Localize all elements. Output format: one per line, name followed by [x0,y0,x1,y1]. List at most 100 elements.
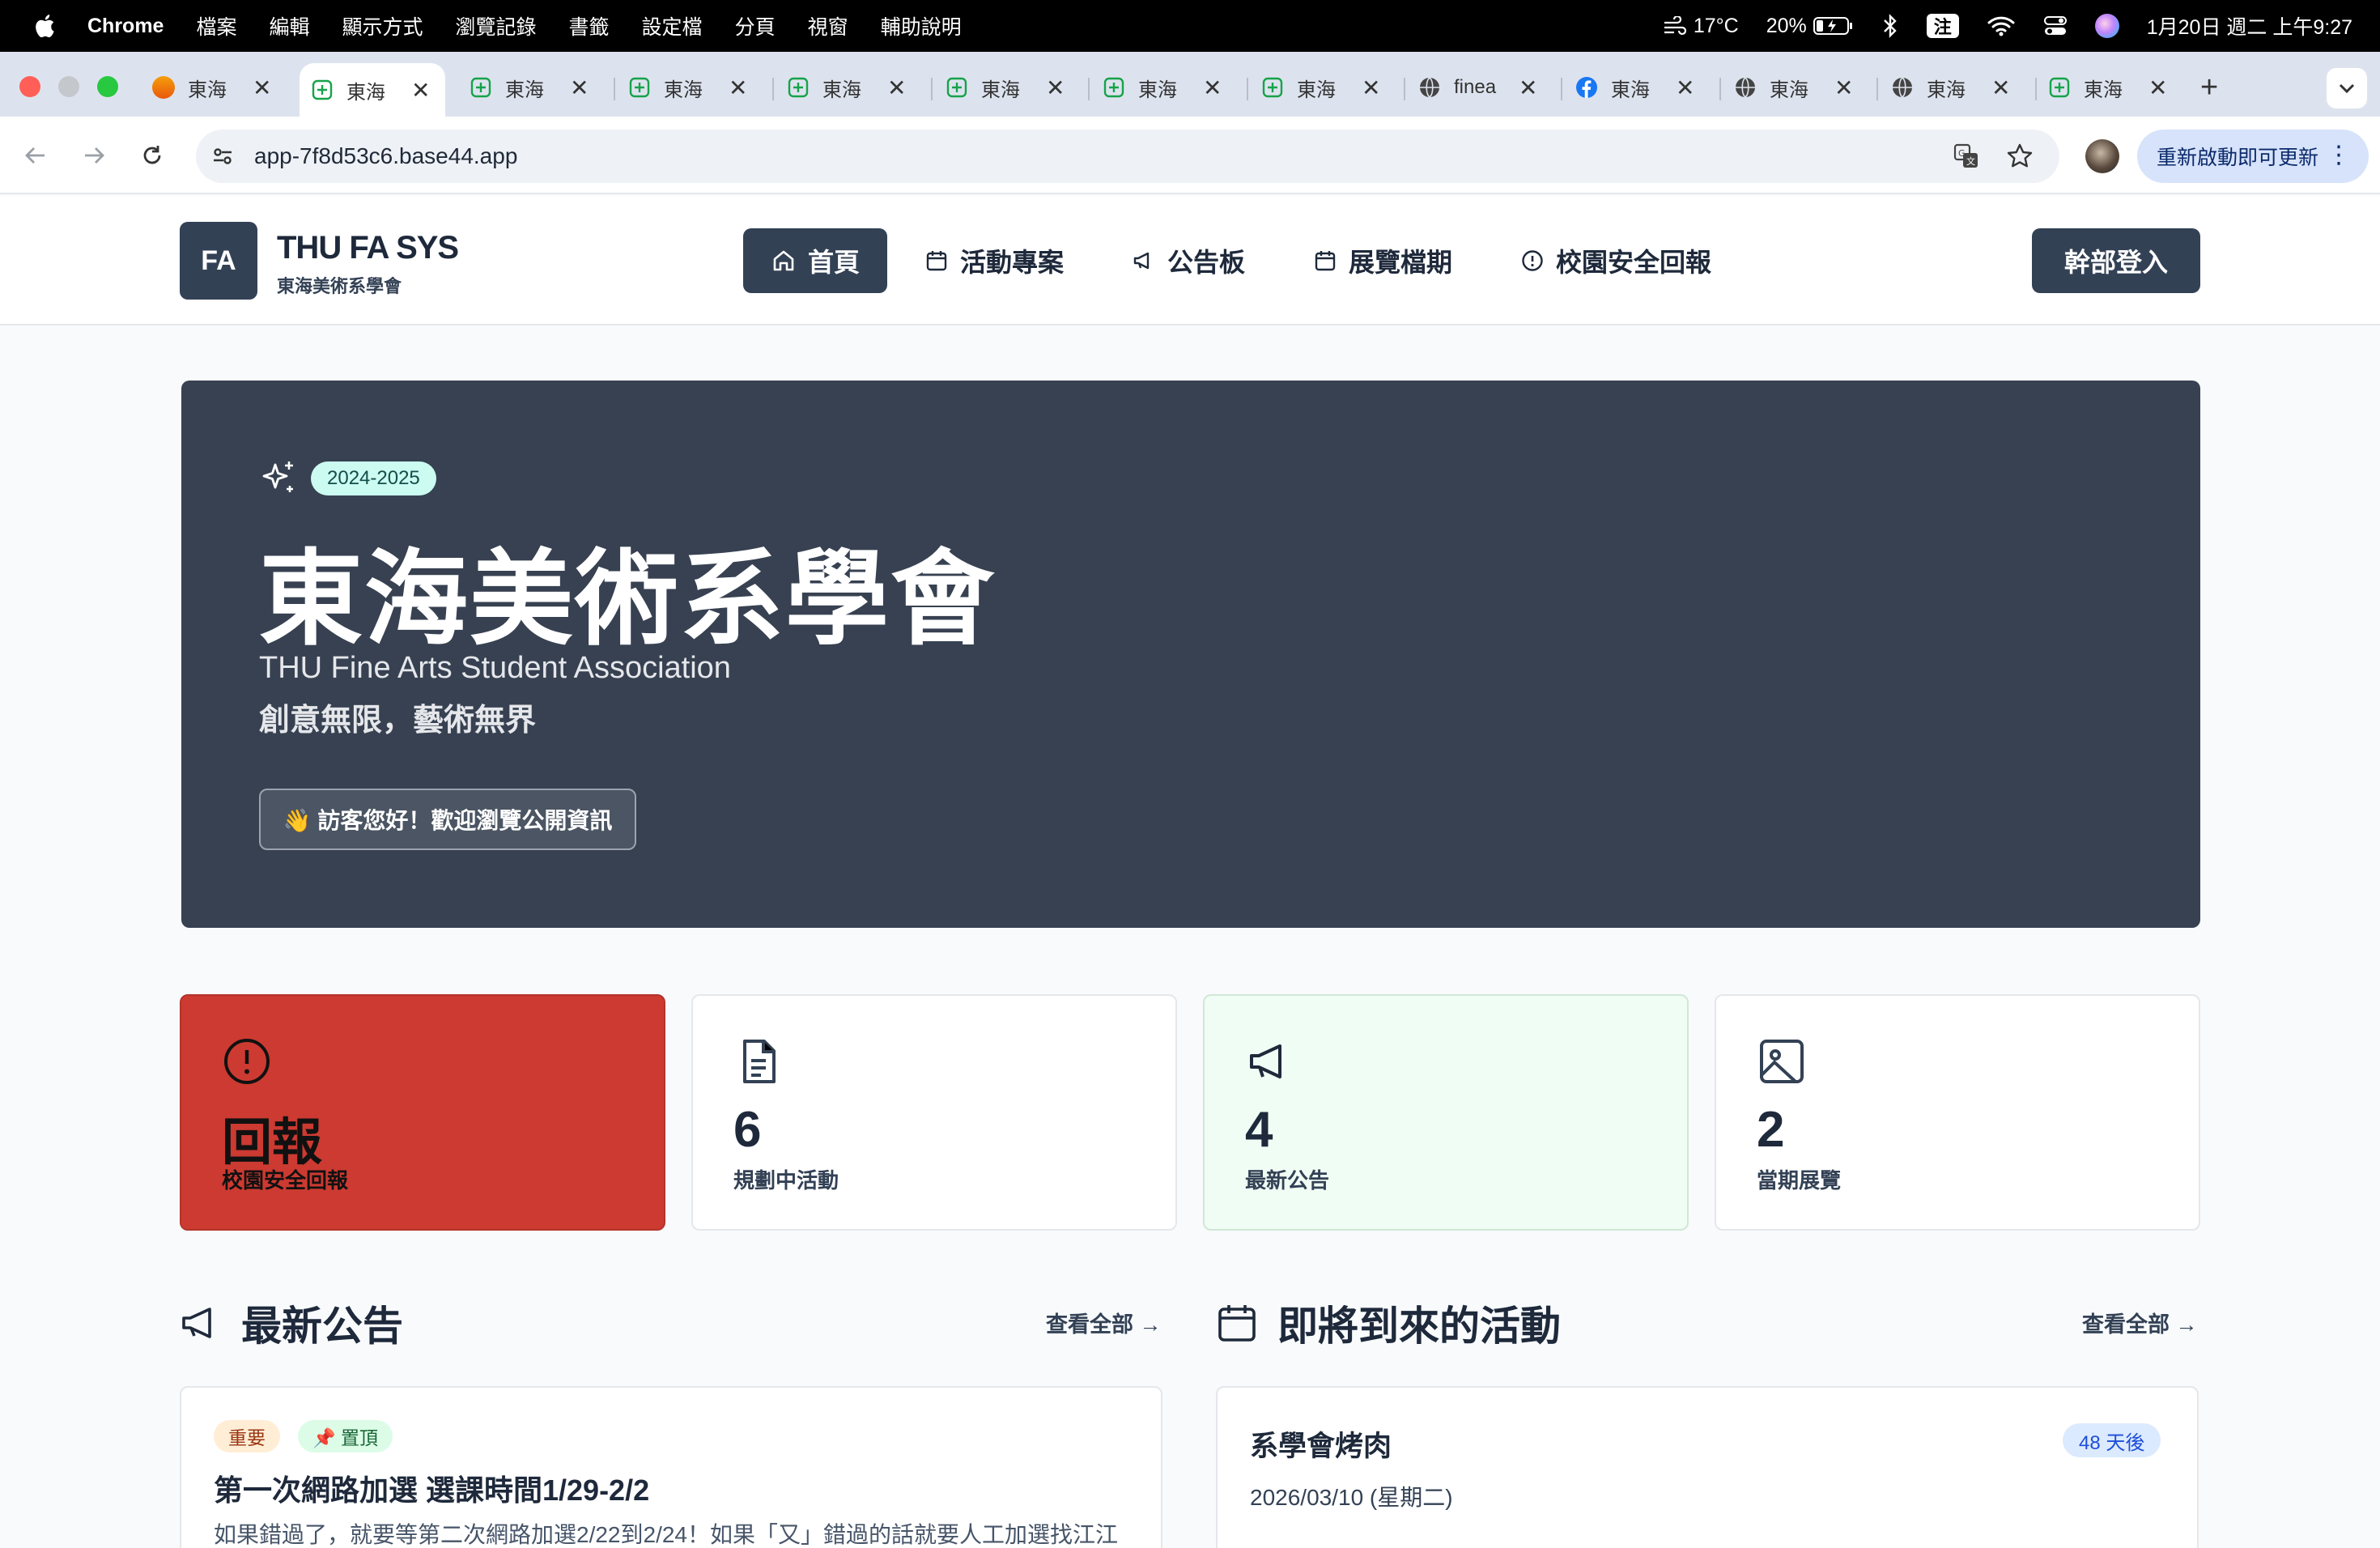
tab-search-button[interactable] [2327,68,2367,108]
window-zoom-button[interactable] [97,76,118,97]
menu-window[interactable]: 視窗 [808,11,848,40]
nav-home[interactable]: 首頁 [743,228,888,293]
tab-separator [1404,78,1405,100]
apple-icon[interactable] [32,12,60,40]
stat-card-safety-report[interactable]: 回報 校園安全回報 [180,994,665,1231]
nav-board[interactable]: 公告板 [1132,228,1245,293]
browser-tab[interactable]: 東海 ✕ [1891,65,2010,110]
site-subtitle: 東海美術系學會 [277,276,402,296]
site-logo[interactable]: FA [180,222,257,300]
events-view-all-link[interactable]: 查看全部 → [2082,1307,2198,1338]
tab-separator [931,78,933,100]
stat-card-planned-events[interactable]: 6 規劃中活動 [691,994,1177,1231]
nav-exhibitions[interactable]: 展覽檔期 [1313,228,1452,293]
close-icon[interactable]: ✕ [1046,74,1065,101]
back-button[interactable] [19,139,52,172]
siri-icon[interactable] [2094,14,2119,38]
menu-edit[interactable]: 編輯 [269,11,309,40]
nav-projects[interactable]: 活動專案 [924,228,1064,293]
browser-tab[interactable]: 東海 ✕ [787,65,906,110]
close-icon[interactable]: ✕ [1991,74,2010,101]
base44-icon [470,77,491,98]
events-title: 即將到來的活動 [1277,1303,1561,1349]
stat-label: 規劃中活動 [733,1168,839,1193]
avatar[interactable] [2085,139,2119,173]
stat-card-exhibitions[interactable]: 2 當期展覽 [1715,994,2200,1231]
base44-icon [312,79,333,100]
weather-widget[interactable]: 17°C [1663,15,1739,38]
menu-profiles[interactable]: 設定檔 [642,11,703,40]
browser-tab[interactable]: 東海 ✕ [946,65,1065,110]
site-name[interactable]: THU FA SYS [277,230,459,266]
menu-help[interactable]: 輔助說明 [881,11,962,40]
menu-tab[interactable]: 分頁 [735,11,776,40]
forward-button[interactable] [78,139,110,172]
relaunch-to-update-button[interactable]: 重新啟動即可更新 ⋮ [2137,130,2369,183]
browser-tab[interactable]: 東海 ✕ [1734,65,1853,110]
stat-label: 當期展覽 [1757,1168,1842,1193]
browser-tab[interactable]: finea ✕ [1418,65,1537,110]
menu-history[interactable]: 瀏覽記錄 [456,11,537,40]
close-icon[interactable]: ✕ [1362,74,1380,101]
close-icon[interactable]: ✕ [1676,74,1694,101]
url-text[interactable]: app-7f8d53c6.base44.app [254,143,517,169]
browser-tab[interactable]: 東海 ✕ [1103,65,1222,110]
alert-circle-icon [224,1039,270,1084]
menu-bookmarks[interactable]: 書籤 [569,11,610,40]
staff-login-button[interactable]: 幹部登入 [2032,228,2200,293]
close-icon[interactable]: ✕ [253,74,271,101]
battery-widget[interactable]: 20% [1766,15,1854,38]
nav-exhibitions-label: 展覽檔期 [1349,248,1453,277]
close-icon[interactable]: ✕ [1519,74,1537,101]
address-bar[interactable]: app-7f8d53c6.base44.app G文 [196,130,2059,183]
tab-separator [1719,78,1721,100]
close-icon[interactable]: ✕ [729,74,747,101]
input-method-indicator[interactable]: 注 [1926,14,1959,38]
window-minimize-button[interactable] [58,76,79,97]
close-icon[interactable]: ✕ [887,74,906,101]
calendar-icon [1218,1305,1256,1342]
browser-tab[interactable]: 東海 ✕ [1261,65,1380,110]
menu-view[interactable]: 顯示方式 [342,11,423,40]
nav-safety-report[interactable]: 校園安全回報 [1520,228,1711,293]
bluetooth-icon[interactable] [1881,14,1899,38]
orange-circle-icon [152,76,175,99]
wifi-icon[interactable] [1987,15,2016,37]
nav-home-label: 首頁 [808,248,861,277]
event-title[interactable]: 系學會烤肉 [1250,1423,1392,1465]
bookmark-star-icon[interactable] [2006,142,2034,170]
browser-tab[interactable]: 東海 ✕ [1575,65,1694,110]
browser-tab-active[interactable]: 東海 ✕ [300,63,445,117]
stat-card-announcements[interactable]: 4 最新公告 [1203,994,1689,1231]
tab-separator [1876,78,1878,100]
translate-icon[interactable]: G文 [1953,142,1980,170]
announcements-view-all-link[interactable]: 查看全部 → [1046,1307,1162,1338]
chevron-down-icon [2339,83,2355,94]
new-tab-button[interactable]: + [2200,65,2218,110]
status-area: 17°C 20% 注 1月20日 週二 上午9:27 [1663,0,2352,52]
close-icon[interactable]: ✕ [570,74,589,101]
base44-icon [629,77,650,98]
macos-menu-bar: Chrome 檔案 編輯 顯示方式 瀏覽記錄 書籤 設定檔 分頁 視窗 輔助說明… [0,0,2380,52]
control-center-icon[interactable] [2043,15,2068,37]
document-icon [743,1040,776,1083]
announcement-title[interactable]: 第一次網路加選 選課時間1/29-2/2 [214,1467,649,1509]
browser-tab[interactable]: 東海 ✕ [2048,65,2167,110]
menu-app-name[interactable]: Chrome [87,15,164,38]
battery-charging-icon [1813,17,1852,35]
close-icon[interactable]: ✕ [1834,74,1853,101]
menu-file[interactable]: 檔案 [196,11,236,40]
window-close-button[interactable] [19,76,40,97]
close-icon[interactable]: ✕ [411,77,430,104]
clock[interactable]: 1月20日 週二 上午9:27 [2147,11,2352,40]
browser-tab[interactable]: 東海 ✕ [470,65,589,110]
browser-tab[interactable]: 東海 ✕ [628,65,747,110]
event-card[interactable] [1216,1386,2199,1548]
close-icon[interactable]: ✕ [1203,74,1222,101]
tab-separator [1561,78,1562,100]
close-icon[interactable]: ✕ [2148,74,2167,101]
site-settings-icon[interactable] [210,144,235,168]
browser-tab[interactable]: 東海 ✕ [152,65,271,110]
more-vertical-icon: ⋮ [2327,142,2351,168]
reload-button[interactable] [136,139,168,172]
